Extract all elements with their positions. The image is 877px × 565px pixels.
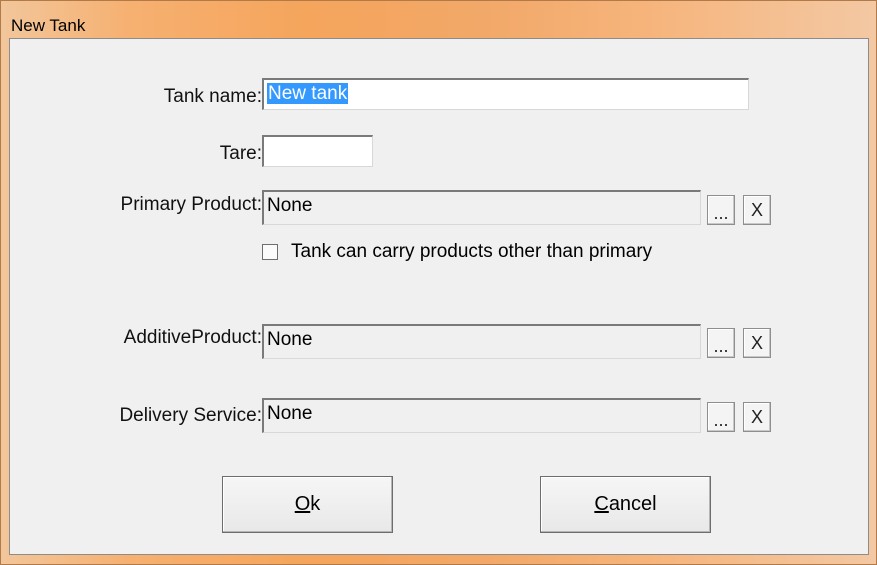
delivery-service-clear-button[interactable]: X	[743, 402, 771, 432]
dialog-body: Tank name: New tank Tare: Primary Produc…	[9, 38, 869, 555]
delivery-service-label: Delivery Service:	[119, 405, 262, 426]
ok-label-rest: k	[310, 493, 321, 515]
primary-product-browse-button[interactable]: ...	[707, 195, 735, 225]
delivery-service-browse-button[interactable]: ...	[707, 402, 735, 432]
additive-product-clear-button[interactable]: X	[743, 328, 771, 358]
title-bar[interactable]: New Tank	[1, 1, 877, 39]
cancel-mnemonic: C	[594, 493, 609, 515]
dialog-window: New Tank Tank name: New tank Tare: Prima…	[0, 0, 877, 565]
additive-product-field[interactable]: None	[262, 324, 701, 359]
ok-button[interactable]: Ok	[222, 476, 393, 533]
primary-product-clear-button[interactable]: X	[743, 195, 771, 225]
delivery-service-field[interactable]: None	[262, 398, 701, 433]
carry-other-products-checkbox[interactable]	[262, 244, 278, 260]
cancel-button[interactable]: Cancel	[540, 476, 711, 533]
window-title: New Tank	[11, 16, 86, 35]
carry-other-products-label[interactable]: Tank can carry products other than prima…	[291, 240, 652, 264]
additive-product-browse-button[interactable]: ...	[707, 328, 735, 358]
tank-name-input[interactable]: New tank	[262, 78, 749, 110]
tank-name-label: Tank name:	[163, 86, 262, 107]
tank-name-value: New tank	[267, 83, 349, 104]
primary-product-field[interactable]: None	[262, 190, 701, 225]
cancel-label-rest: ancel	[608, 493, 657, 515]
additive-product-label: AdditiveProduct:	[123, 327, 262, 348]
primary-product-label: Primary Product:	[120, 194, 262, 215]
tare-label: Tare:	[219, 143, 262, 164]
tare-input[interactable]	[262, 135, 373, 167]
ok-mnemonic: O	[294, 493, 311, 515]
